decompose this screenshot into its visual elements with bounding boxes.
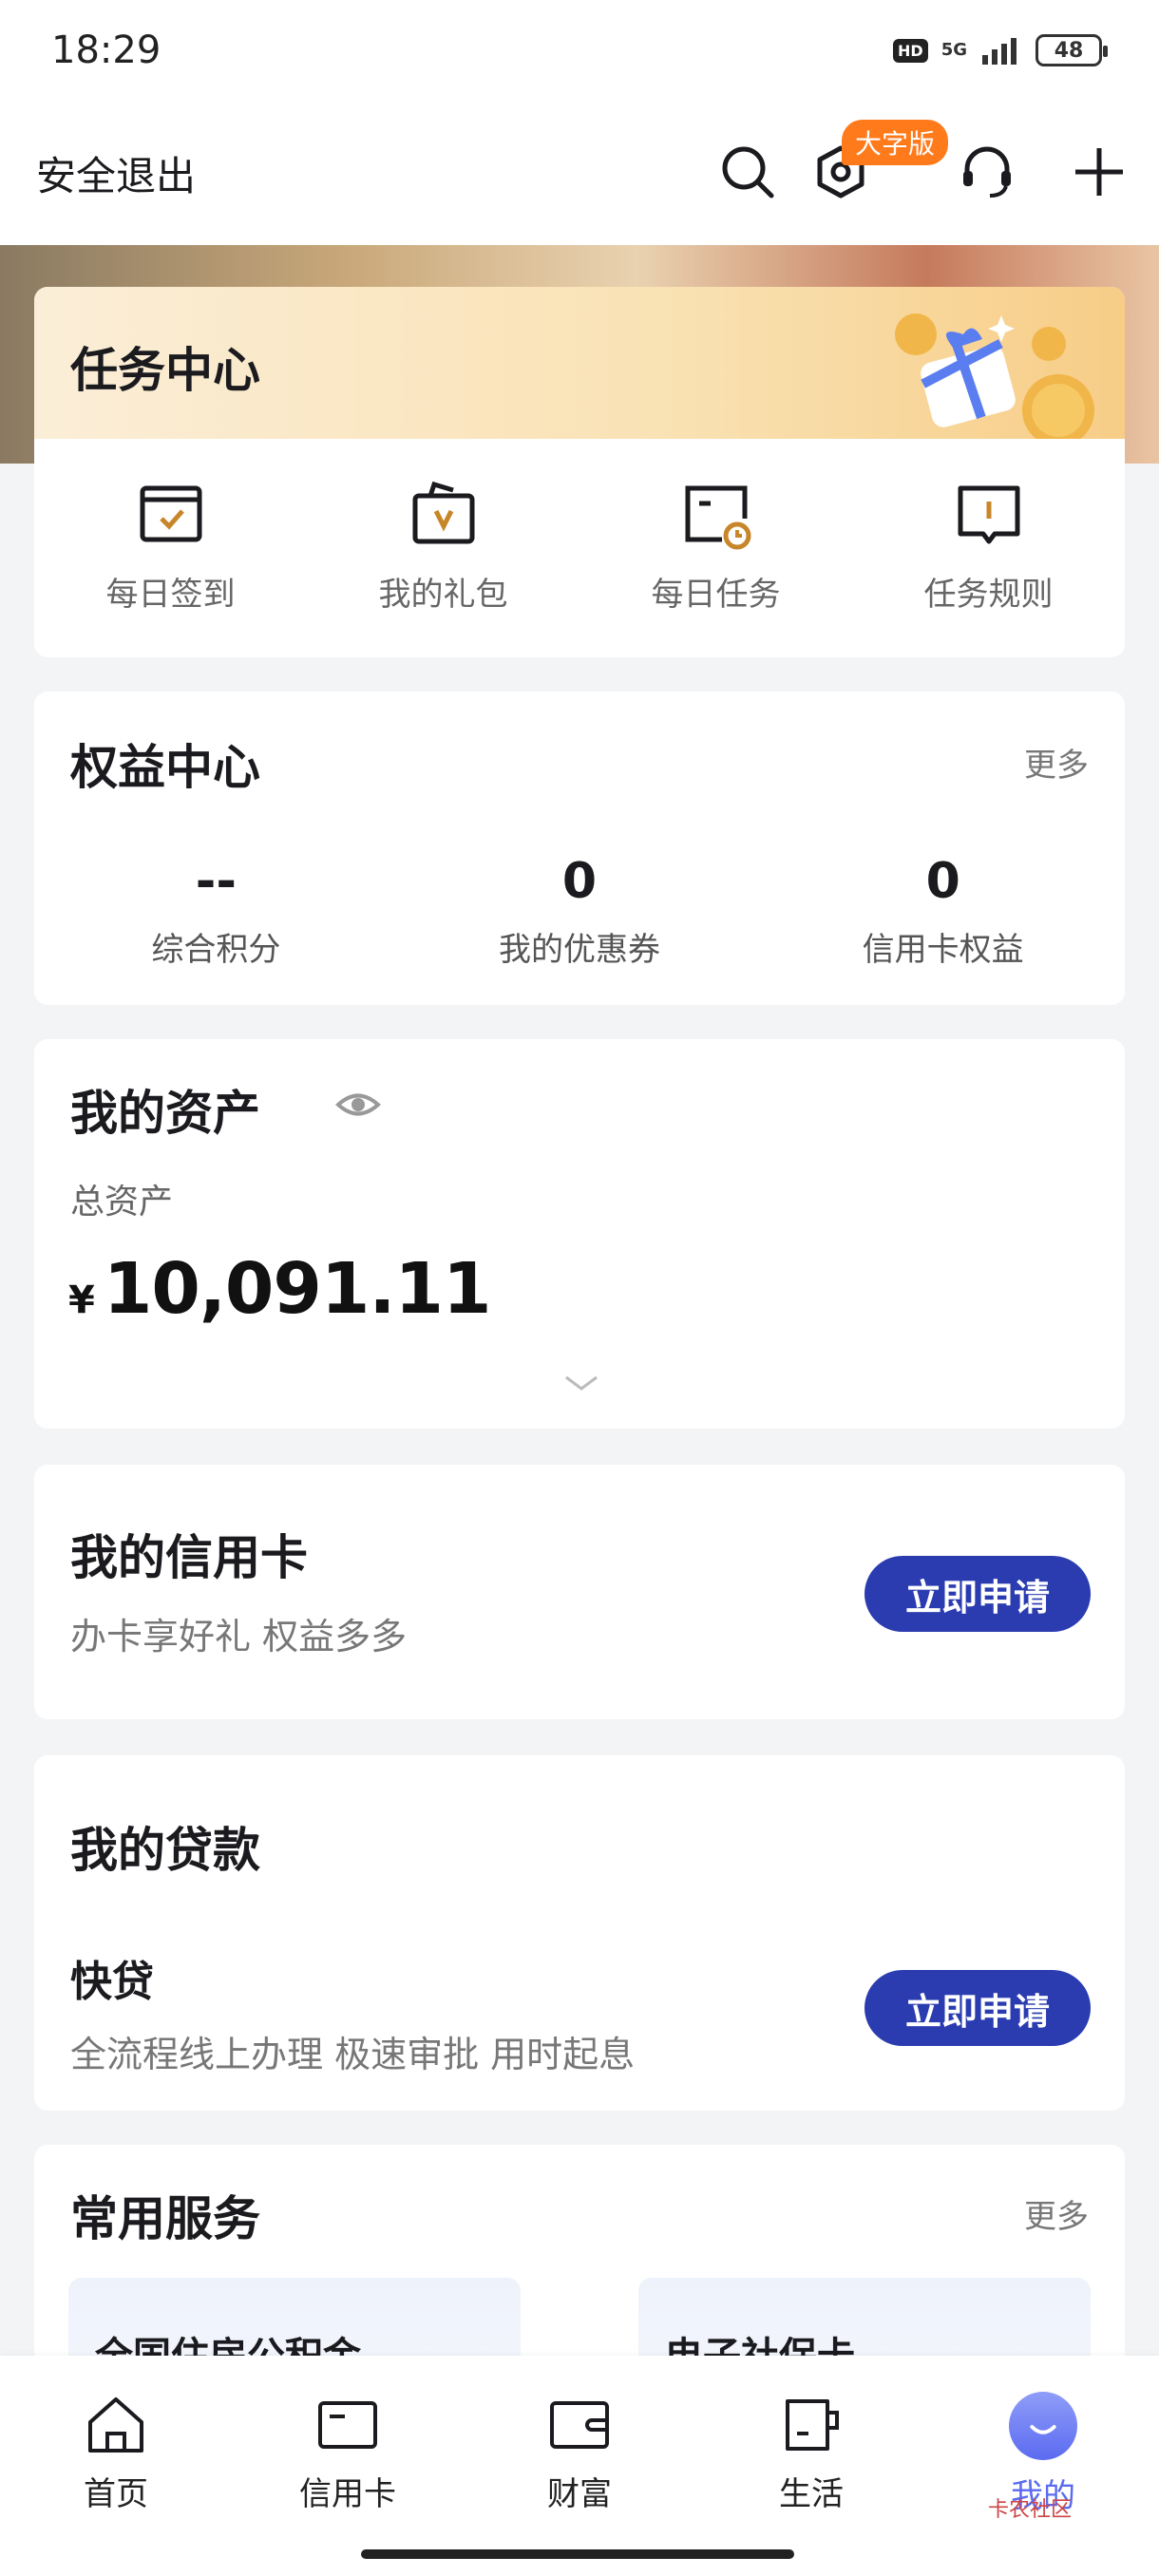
tab-label: 首页 <box>84 2475 148 2513</box>
network-label: 5G <box>940 40 967 60</box>
stat-value: 0 <box>925 853 960 910</box>
rights-more-link[interactable]: 更多 <box>1024 739 1089 786</box>
top-nav-bar: 安全退出 大字版 <box>0 106 1159 245</box>
services-more-link[interactable]: 更多 <box>1024 2190 1089 2237</box>
assets-card: 我的资产 总资产 ¥10,091.11 <box>34 1039 1125 1429</box>
credit-card-subtitle: 办卡享好礼 权益多多 <box>70 1616 408 1657</box>
task-center-header[interactable]: 任务中心 <box>34 287 1125 439</box>
task-item-checkin[interactable]: 每日签到 <box>34 477 307 615</box>
task-clock-icon <box>685 485 750 550</box>
task-center-card: 任务中心 每日签到 我的礼包 每日任务 任务规则 <box>34 287 1125 657</box>
loan-title: 我的贷款 <box>70 1823 260 1878</box>
rights-center-card: 权益中心 更多 -- 综合积分 0 我的优惠券 0 信用卡权益 <box>34 691 1125 1005</box>
home-icon <box>88 2397 143 2453</box>
stat-value: 0 <box>561 853 598 910</box>
loan-section: 我的贷款 快贷 全流程线上办理 极速审批 用时起息 立即申请 <box>34 1755 1125 2111</box>
stat-value: -- <box>195 853 237 910</box>
checkin-icon <box>140 485 201 542</box>
stat-coupons[interactable]: 0 我的优惠券 <box>398 853 762 970</box>
watermark-text: 卡农社区 <box>988 2498 1073 2522</box>
tab-credit-card[interactable]: 信用卡 <box>272 2392 424 2514</box>
task-item-daily-task[interactable]: 每日任务 <box>580 477 852 615</box>
signal-icon <box>982 38 1016 65</box>
stat-label: 综合积分 <box>151 931 281 969</box>
total-assets-amount: ¥10,091.11 <box>68 1248 491 1330</box>
loan-apply-button[interactable]: 立即申请 <box>864 1970 1091 2046</box>
tab-label: 生活 <box>779 2475 844 2513</box>
wallet-icon <box>550 2401 609 2449</box>
home-indicator[interactable] <box>361 2549 794 2559</box>
services-title: 常用服务 <box>70 2191 260 2246</box>
credit-card-icon <box>318 2401 377 2449</box>
loan-product-name: 快贷 <box>70 1958 154 2006</box>
tab-home[interactable]: 首页 <box>40 2392 192 2514</box>
assets-title: 我的资产 <box>70 1086 260 1141</box>
large-font-badge[interactable]: 大字版 <box>842 120 949 165</box>
rules-book-icon <box>958 485 1019 544</box>
cup-icon <box>786 2399 839 2451</box>
task-center-items: 每日签到 我的礼包 每日任务 任务规则 <box>34 477 1125 615</box>
stat-card-rights[interactable]: 0 信用卡权益 <box>761 853 1125 970</box>
task-item-label: 我的礼包 <box>378 576 508 614</box>
search-icon[interactable] <box>718 142 777 201</box>
rights-stats: -- 综合积分 0 我的优惠券 0 信用卡权益 <box>34 853 1125 970</box>
eye-icon[interactable] <box>334 1081 382 1128</box>
currency-symbol: ¥ <box>68 1279 95 1322</box>
task-item-label: 每日任务 <box>651 576 781 614</box>
tab-label: 信用卡 <box>299 2475 396 2513</box>
hd-badge: HD <box>893 38 928 63</box>
add-icon[interactable] <box>1070 142 1129 201</box>
task-item-label: 任务规则 <box>923 576 1054 614</box>
total-assets-label: 总资产 <box>70 1183 174 1222</box>
stat-points[interactable]: -- 综合积分 <box>34 853 398 970</box>
stat-label: 我的优惠券 <box>499 931 660 969</box>
rights-center-title: 权益中心 <box>70 740 260 795</box>
profile-avatar-icon <box>1009 2392 1077 2460</box>
credit-card-section: 我的信用卡 办卡享好礼 权益多多 立即申请 <box>34 1465 1125 1719</box>
chevron-down-icon[interactable] <box>562 1372 600 1394</box>
amount-value: 10,091.11 <box>103 1248 492 1330</box>
tab-label: 财富 <box>547 2475 612 2513</box>
task-center-title: 任务中心 <box>70 343 260 398</box>
customer-service-icon[interactable] <box>958 142 1016 201</box>
bottom-tab-bar: 首页 信用卡 财富 生活 我的 <box>0 2356 1159 2576</box>
gift-coins-illustration <box>895 313 1094 439</box>
gift-package-icon <box>412 481 474 544</box>
credit-card-apply-button[interactable]: 立即申请 <box>864 1556 1091 1632</box>
task-item-rules[interactable]: 任务规则 <box>852 477 1125 615</box>
tab-life[interactable]: 生活 <box>735 2392 887 2514</box>
stat-label: 信用卡权益 <box>862 931 1024 969</box>
loan-subtitle: 全流程线上办理 极速审批 用时起息 <box>70 2034 636 2075</box>
status-icons: HD 5G 48 <box>893 34 1108 66</box>
status-bar: 18:29 HD 5G 48 <box>0 0 1159 106</box>
credit-card-title: 我的信用卡 <box>70 1530 308 1585</box>
battery-indicator: 48 <box>1036 34 1108 66</box>
logout-button[interactable]: 安全退出 <box>36 144 196 202</box>
tab-wealth[interactable]: 财富 <box>504 2392 656 2514</box>
task-item-label: 每日签到 <box>105 576 236 614</box>
task-item-gift[interactable]: 我的礼包 <box>307 477 580 615</box>
status-time: 18:29 <box>51 28 162 72</box>
